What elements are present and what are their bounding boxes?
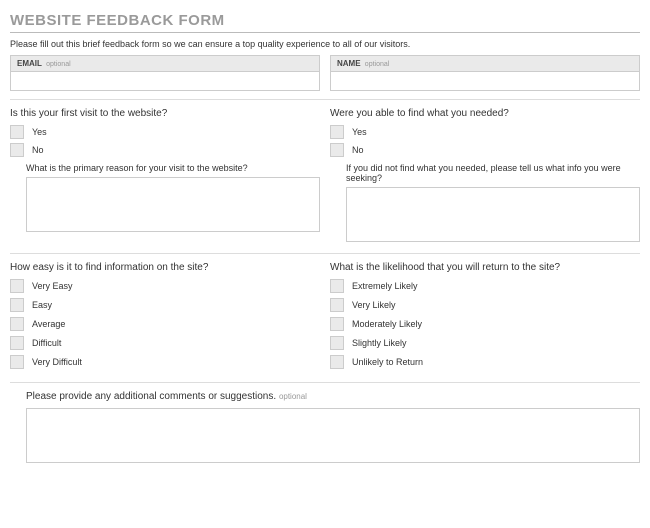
name-label: NAME <box>337 59 361 68</box>
q2-subquestion: If you did not find what you needed, ple… <box>346 163 640 183</box>
q2-textarea[interactable] <box>346 187 640 242</box>
q4-option-label: Very Likely <box>352 300 396 310</box>
q4-option-label: Slightly Likely <box>352 338 407 348</box>
divider <box>10 99 640 100</box>
contact-row: EMAIL optional NAME optional <box>10 55 640 91</box>
q3-option-label: Average <box>32 319 65 329</box>
q3-option-label: Difficult <box>32 338 61 348</box>
q4-option-label: Unlikely to Return <box>352 357 423 367</box>
q2-option-label: Yes <box>352 127 367 137</box>
q1-q2-row: Is this your first visit to the website?… <box>10 108 640 245</box>
q2-option-no[interactable]: No <box>330 143 640 157</box>
checkbox-icon <box>330 143 344 157</box>
divider <box>10 382 640 383</box>
q3-question: How easy is it to find information on th… <box>10 262 320 273</box>
q2-option-yes[interactable]: Yes <box>330 125 640 139</box>
q2-question: Were you able to find what you needed? <box>330 108 640 119</box>
q3-option-label: Very Easy <box>32 281 73 291</box>
q1-option-label: Yes <box>32 127 47 137</box>
email-label: EMAIL <box>17 59 42 68</box>
q1-option-yes[interactable]: Yes <box>10 125 320 139</box>
q3-option-label: Very Difficult <box>32 357 82 367</box>
checkbox-icon <box>10 125 24 139</box>
q3-option-very-difficult[interactable]: Very Difficult <box>10 355 320 369</box>
intro-text: Please fill out this brief feedback form… <box>10 39 640 49</box>
comments-text: Please provide any additional comments o… <box>26 391 276 402</box>
name-header: NAME optional <box>330 55 640 71</box>
q4-option-very-likely[interactable]: Very Likely <box>330 298 640 312</box>
email-optional: optional <box>46 61 71 68</box>
q1-option-no[interactable]: No <box>10 143 320 157</box>
q1-subquestion: What is the primary reason for your visi… <box>26 163 320 173</box>
q4-option-label: Extremely Likely <box>352 281 418 291</box>
name-field[interactable] <box>330 71 640 91</box>
q4-option-extremely-likely[interactable]: Extremely Likely <box>330 279 640 293</box>
email-header: EMAIL optional <box>10 55 320 71</box>
checkbox-icon <box>10 298 24 312</box>
q4-question: What is the likelihood that you will ret… <box>330 262 640 273</box>
checkbox-icon <box>330 336 344 350</box>
comments-optional: optional <box>279 392 307 401</box>
checkbox-icon <box>330 298 344 312</box>
q2-option-label: No <box>352 145 364 155</box>
divider <box>10 32 640 33</box>
q1-option-label: No <box>32 145 44 155</box>
checkbox-icon <box>10 279 24 293</box>
q3-q4-row: How easy is it to find information on th… <box>10 262 640 374</box>
form-title: WEBSITE FEEDBACK FORM <box>10 12 640 29</box>
divider <box>10 253 640 254</box>
q3-option-label: Easy <box>32 300 52 310</box>
q4-option-label: Moderately Likely <box>352 319 422 329</box>
comments-label: Please provide any additional comments o… <box>26 391 640 402</box>
q3-option-very-easy[interactable]: Very Easy <box>10 279 320 293</box>
name-optional: optional <box>365 61 390 68</box>
checkbox-icon <box>10 336 24 350</box>
q4-option-slightly-likely[interactable]: Slightly Likely <box>330 336 640 350</box>
comments-textarea[interactable] <box>26 408 640 463</box>
checkbox-icon <box>330 317 344 331</box>
q3-option-average[interactable]: Average <box>10 317 320 331</box>
q4-option-unlikely[interactable]: Unlikely to Return <box>330 355 640 369</box>
checkbox-icon <box>330 279 344 293</box>
checkbox-icon <box>10 143 24 157</box>
checkbox-icon <box>330 355 344 369</box>
q1-textarea[interactable] <box>26 177 320 232</box>
q1-question: Is this your first visit to the website? <box>10 108 320 119</box>
checkbox-icon <box>10 355 24 369</box>
checkbox-icon <box>10 317 24 331</box>
q3-option-easy[interactable]: Easy <box>10 298 320 312</box>
q3-option-difficult[interactable]: Difficult <box>10 336 320 350</box>
checkbox-icon <box>330 125 344 139</box>
email-field[interactable] <box>10 71 320 91</box>
q4-option-moderately-likely[interactable]: Moderately Likely <box>330 317 640 331</box>
